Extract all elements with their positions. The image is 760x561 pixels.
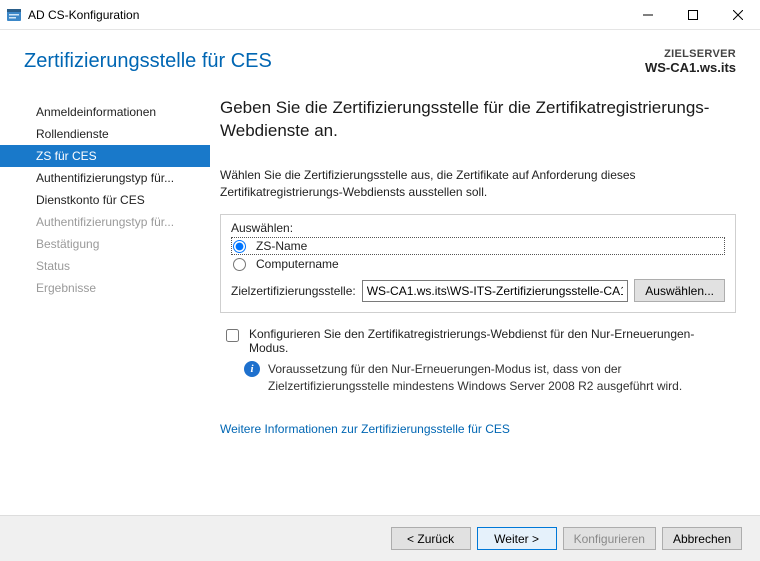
sidebar-item-auth-type-1[interactable]: Authentifizierungstyp für...: [0, 167, 210, 189]
target-ca-row: Zielzertifizierungsstelle: Auswählen...: [231, 279, 725, 302]
close-button[interactable]: [715, 0, 760, 29]
cancel-button[interactable]: Abbrechen: [662, 527, 742, 550]
maximize-button[interactable]: [670, 0, 715, 29]
info-icon: i: [244, 361, 260, 377]
window-title: AD CS-Konfiguration: [28, 8, 625, 22]
renewal-only-label: Konfigurieren Sie den Zertifikatregistri…: [249, 327, 732, 355]
target-server-value: WS-CA1.ws.its: [645, 60, 736, 75]
content-heading: Geben Sie die Zertifizierungsstelle für …: [220, 97, 736, 143]
wizard-footer: < Zurück Weiter > Konfigurieren Abbreche…: [0, 515, 760, 561]
sidebar-item-auth-type-2: Authentifizierungstyp für...: [0, 211, 210, 233]
renewal-info-text: Voraussetzung für den Nur-Erneuerungen-M…: [268, 361, 732, 393]
next-button[interactable]: Weiter >: [477, 527, 557, 550]
radio-ca-name-row[interactable]: ZS-Name: [231, 237, 725, 255]
content-pane: Geben Sie die Zertifizierungsstelle für …: [210, 87, 760, 507]
sidebar-item-ca-for-ces[interactable]: ZS für CES: [0, 145, 210, 167]
target-ca-label: Zielzertifizierungsstelle:: [231, 284, 356, 298]
wizard-body: Anmeldeinformationen Rollendienste ZS fü…: [0, 87, 760, 507]
wizard-header: Zertifizierungsstelle für CES ZIELSERVER…: [0, 30, 760, 87]
renewal-only-row[interactable]: Konfigurieren Sie den Zertifikatregistri…: [220, 327, 736, 355]
titlebar: AD CS-Konfiguration: [0, 0, 760, 30]
select-ca-button[interactable]: Auswählen...: [634, 279, 725, 302]
sidebar-item-role-services[interactable]: Rollendienste: [0, 123, 210, 145]
target-server-block: ZIELSERVER WS-CA1.ws.its: [645, 48, 736, 75]
radio-ca-name[interactable]: [233, 240, 246, 253]
radio-computer-name[interactable]: [233, 258, 246, 271]
group-legend: Auswählen:: [231, 221, 725, 235]
radio-computer-name-label: Computername: [256, 257, 339, 271]
sidebar: Anmeldeinformationen Rollendienste ZS fü…: [0, 87, 210, 507]
content-description: Wählen Sie die Zertifizierungsstelle aus…: [220, 167, 736, 201]
radio-computer-name-row[interactable]: Computername: [231, 255, 725, 273]
sidebar-item-credentials[interactable]: Anmeldeinformationen: [0, 101, 210, 123]
page-title: Zertifizierungsstelle für CES: [24, 50, 736, 73]
radio-ca-name-label: ZS-Name: [256, 239, 307, 253]
minimize-button[interactable]: [625, 0, 670, 29]
renewal-info-row: i Voraussetzung für den Nur-Erneuerungen…: [220, 355, 736, 393]
app-icon: [6, 7, 22, 23]
target-server-label: ZIELSERVER: [645, 48, 736, 60]
select-ca-group: Auswählen: ZS-Name Computername Zielzert…: [220, 214, 736, 313]
target-ca-input[interactable]: [362, 280, 629, 302]
sidebar-item-confirmation: Bestätigung: [0, 233, 210, 255]
sidebar-item-service-account[interactable]: Dienstkonto für CES: [0, 189, 210, 211]
sidebar-item-results: Ergebnisse: [0, 277, 210, 299]
renewal-only-checkbox[interactable]: [226, 329, 239, 342]
sidebar-item-progress: Status: [0, 255, 210, 277]
configure-button: Konfigurieren: [563, 527, 656, 550]
window-buttons: [625, 0, 760, 29]
more-info-link[interactable]: Weitere Informationen zur Zertifizierung…: [220, 422, 510, 436]
back-button[interactable]: < Zurück: [391, 527, 471, 550]
